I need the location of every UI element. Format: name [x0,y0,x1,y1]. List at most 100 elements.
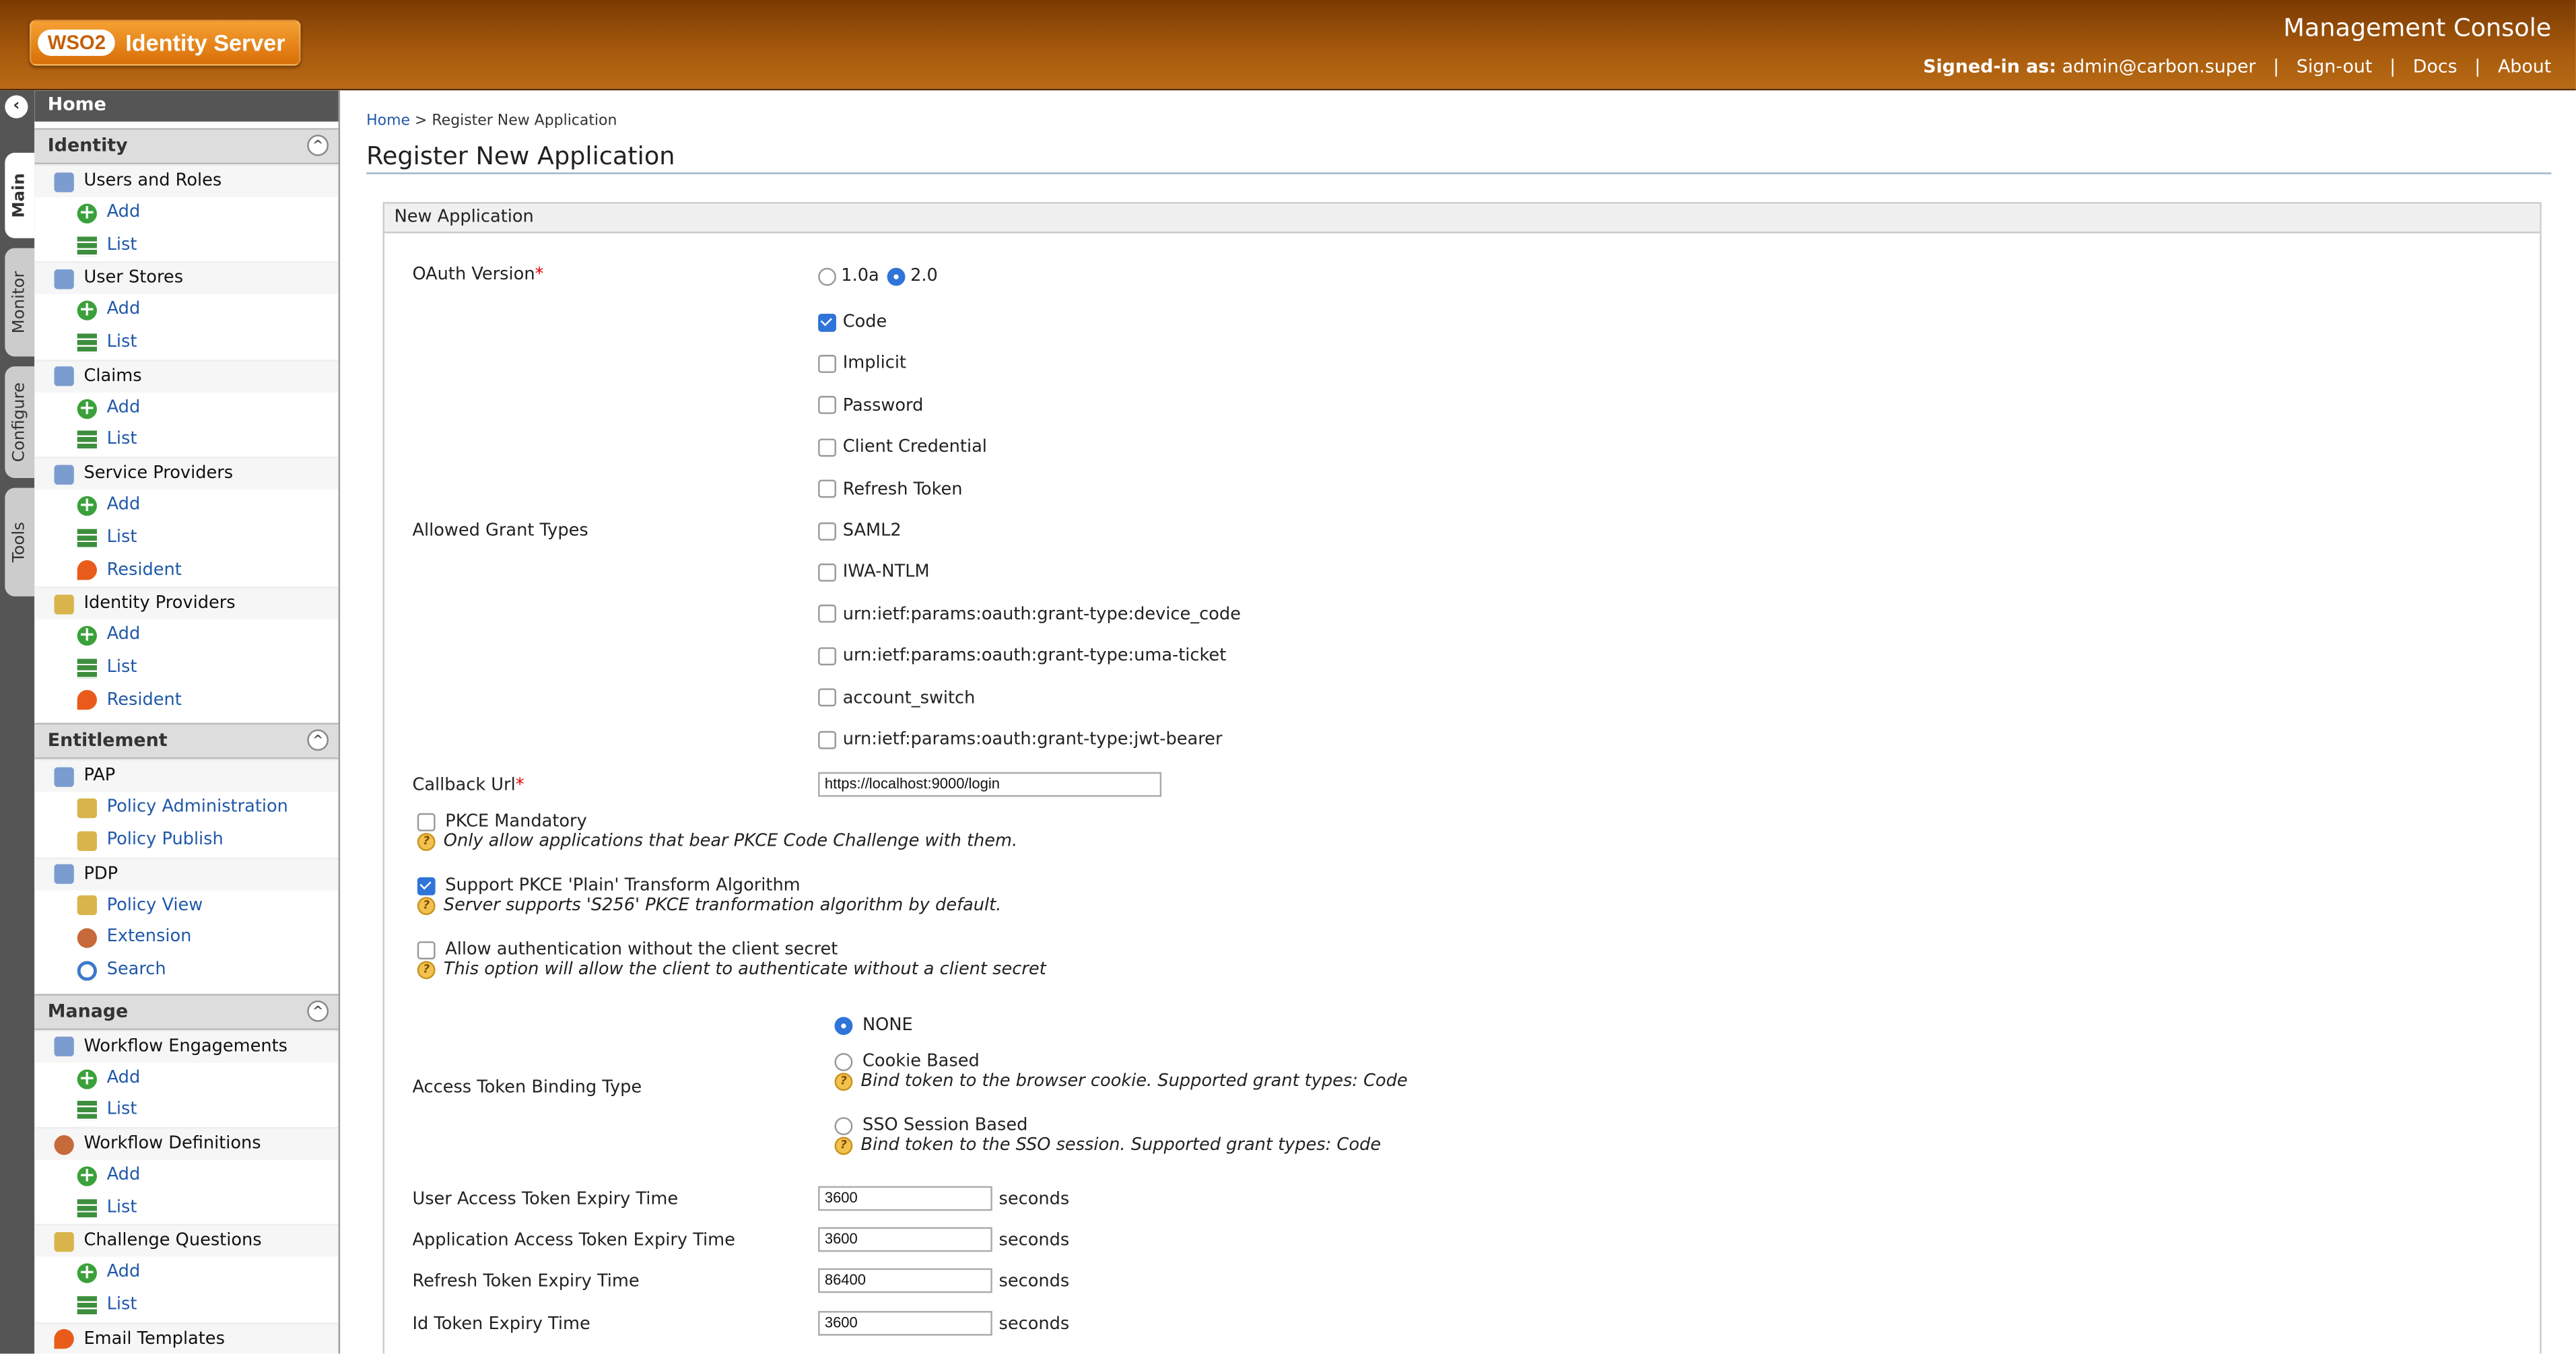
nav-idp-resident[interactable]: Resident [34,684,338,716]
checkbox[interactable] [818,563,836,582]
nav-userstores-add[interactable]: Add [34,294,338,327]
grant-password[interactable]: Password [818,396,923,415]
nav-group-user-stores[interactable]: User Stores [34,261,339,295]
oauth-1-radio[interactable] [818,267,836,285]
logo-product-text: Identity Server [125,29,285,56]
pkce-mandatory-checkbox[interactable] [417,812,436,831]
breadcrumb-home[interactable]: Home [366,113,410,129]
nav-section-entitlement[interactable]: Entitlement ^ [34,723,339,759]
user-token-expiry-input[interactable]: 3600 [818,1186,992,1211]
checkbox[interactable] [818,605,836,623]
checkbox[interactable] [818,312,836,331]
nav-users-list[interactable]: List [34,230,338,262]
checkbox[interactable] [818,479,836,498]
nav-sp-list[interactable]: List [34,522,338,554]
nav-idp-add[interactable]: Add [34,619,338,652]
nav-claims-list[interactable]: List [34,425,338,457]
refresh-token-expiry-input[interactable]: 86400 [818,1268,992,1293]
grant-jwt-bearer[interactable]: urn:ietf:params:oauth:grant-type:jwt-bea… [818,729,1222,749]
nav-group-workflow-engagements[interactable]: Workflow Engagements [34,1029,339,1062]
nav-cq-add[interactable]: Add [34,1257,338,1290]
nav-idp-list[interactable]: List [34,652,338,684]
nav-group-service-providers[interactable]: Service Providers [34,456,339,490]
email-templates-icon [54,1329,74,1350]
grant-account-switch[interactable]: account_switch [818,687,975,708]
collapse-section-icon[interactable]: ^ [307,729,329,751]
grant-client-credential[interactable]: Client Credential [818,437,987,457]
nav-userstores-list[interactable]: List [34,327,338,360]
checkbox[interactable] [818,646,836,665]
nav-section-identity[interactable]: Identity ^ [34,128,339,164]
nav-group-claims[interactable]: Claims [34,359,339,393]
nav-wfd-add[interactable]: Add [34,1159,338,1192]
grant-iwa-ntlm[interactable]: IWA-NTLM [818,562,930,582]
nav-cq-list[interactable]: List [34,1290,338,1322]
nav-group-identity-providers[interactable]: Identity Providers [34,586,339,620]
publish-icon [77,831,97,851]
nav-sp-add[interactable]: Add [34,489,338,522]
pkce-plain-row[interactable]: Support PKCE 'Plain' Transform Algorithm [417,876,801,895]
collapse-menu-icon[interactable]: ‹ [5,95,28,119]
nav-search[interactable]: Search [34,955,338,987]
checkbox[interactable] [818,354,836,373]
pkce-mandatory-row[interactable]: PKCE Mandatory [417,811,587,832]
nav-extension[interactable]: Extension [34,922,338,955]
nav-claims-add[interactable]: Add [34,392,338,425]
checkbox[interactable] [818,521,836,540]
binding-none[interactable]: NONE [834,1015,913,1035]
no-secret-checkbox[interactable] [417,940,436,959]
add-icon [77,1257,97,1289]
nav-section-manage[interactable]: Manage ^ [34,993,339,1030]
grant-device-code[interactable]: urn:ietf:params:oauth:grant-type:device_… [818,604,1241,624]
binding-cookie-hint: ? Bind token to the browser cookie. Suppo… [834,1071,1408,1091]
callback-url-input[interactable]: https://localhost:9000/login [818,772,1162,797]
nav-wfe-list[interactable]: List [34,1095,338,1127]
id-token-expiry-input[interactable]: 3600 [818,1311,992,1336]
nav-group-users-roles[interactable]: Users and Roles [34,164,339,197]
oauth-2-radio[interactable] [887,267,906,285]
grant-saml2[interactable]: SAML2 [818,520,902,541]
nav-group-workflow-definitions[interactable]: Workflow Definitions [34,1126,339,1160]
collapse-section-icon[interactable]: ^ [307,135,329,156]
app-token-expiry-input[interactable]: 3600 [818,1227,992,1252]
tab-configure[interactable]: Configure [5,366,35,479]
collapse-section-icon[interactable]: ^ [307,1000,329,1021]
nav-group-pap[interactable]: PAP [34,759,339,792]
no-secret-row[interactable]: Allow authentication without the client … [417,940,838,959]
grant-refresh-token[interactable]: Refresh Token [818,479,963,499]
nav-group-email-templates[interactable]: Email Templates [34,1322,339,1354]
add-icon [77,294,97,327]
nav-group-challenge-questions[interactable]: Challenge Questions [34,1224,339,1258]
about-link[interactable]: About [2498,56,2551,77]
grant-code[interactable]: Code [818,312,887,332]
binding-sso[interactable]: SSO Session Based [834,1116,1027,1135]
wso2-logo[interactable]: WSO2 Identity Server [29,20,300,66]
checkbox[interactable] [818,438,836,456]
grant-implicit[interactable]: Implicit [818,354,906,374]
pdp-icon [54,864,74,885]
tab-monitor[interactable]: Monitor [5,248,35,357]
radio[interactable] [834,1116,853,1135]
nav-policy-publish[interactable]: Policy Publish [34,825,338,857]
checkbox[interactable] [818,688,836,707]
nav-policy-administration[interactable]: Policy Administration [34,792,338,825]
nav-users-add[interactable]: Add [34,197,338,230]
pkce-plain-checkbox[interactable] [417,876,436,895]
nav-sp-resident[interactable]: Resident [34,555,338,587]
nav-wfe-add[interactable]: Add [34,1062,338,1095]
checkbox[interactable] [818,396,836,415]
radio[interactable] [834,1052,853,1071]
radio[interactable] [834,1016,853,1034]
binding-cookie[interactable]: Cookie Based [834,1052,980,1071]
nav-wfd-list[interactable]: List [34,1192,338,1225]
nav-policy-view[interactable]: Policy View [34,890,338,922]
nav-home[interactable]: Home [34,90,339,122]
tab-tools[interactable]: Tools [5,487,35,597]
docs-link[interactable]: Docs [2413,56,2458,77]
sign-out-link[interactable]: Sign-out [2297,56,2373,77]
oauth-version-group: 1.0a 2.0 [818,266,938,286]
checkbox[interactable] [818,730,836,749]
nav-group-pdp[interactable]: PDP [34,856,339,890]
grant-uma-ticket[interactable]: urn:ietf:params:oauth:grant-type:uma-tic… [818,646,1226,666]
tab-main[interactable]: Main [5,152,35,238]
